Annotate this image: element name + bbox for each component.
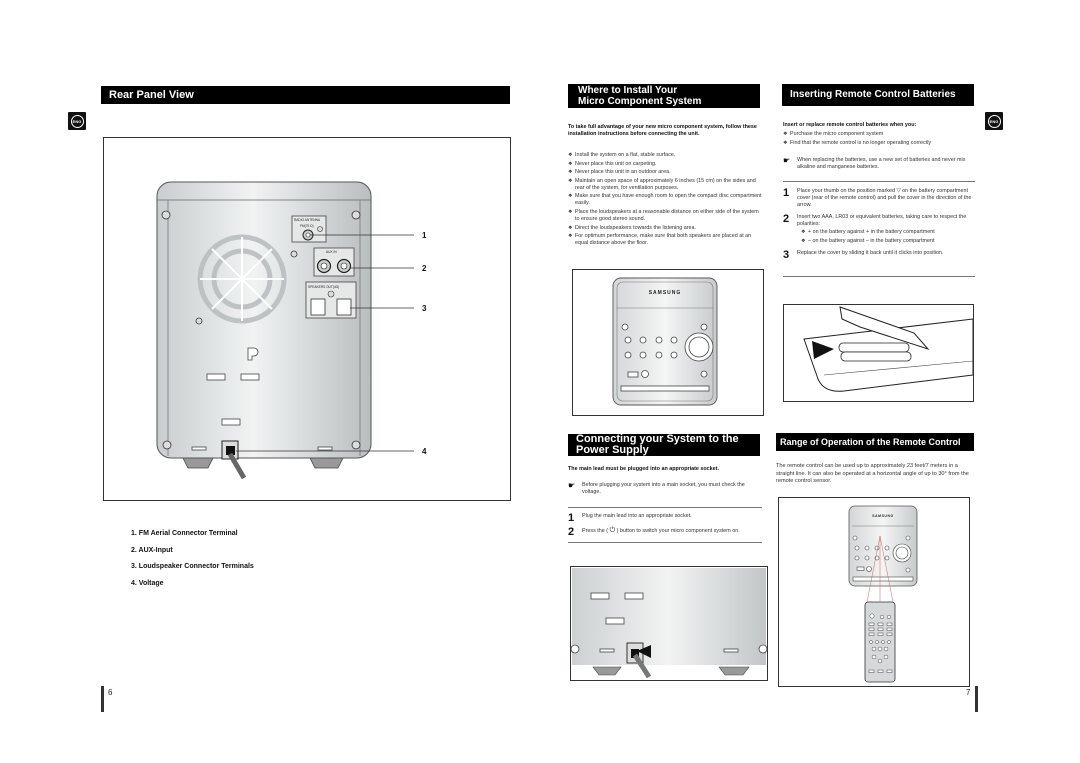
power-step: 2 Press the ( ⏻ ) button to switch your … bbox=[568, 526, 740, 538]
legend-item: 1. FM Aerial Connector Terminal bbox=[131, 530, 238, 537]
power-icon: ⏻ bbox=[609, 527, 616, 534]
pointing-hand-icon: ☛ bbox=[783, 156, 791, 165]
page-marker-right bbox=[975, 686, 978, 712]
callout-2: 2 bbox=[422, 264, 427, 273]
install-bullet: Place the loudspeakers at a reasonable d… bbox=[568, 209, 762, 223]
batteries-bullet: Find that the remote control is no longe… bbox=[783, 140, 975, 147]
range-title: Range of Operation of the Remote Control bbox=[780, 437, 961, 447]
polarity-item: – on the battery against – in the batter… bbox=[801, 238, 975, 245]
pointing-hand-icon: ☛ bbox=[568, 481, 576, 490]
language-badge-left: ENG bbox=[68, 112, 86, 130]
range-text: The remote control can be used up to app… bbox=[776, 463, 969, 484]
rear-panel-legend: 1. FM Aerial Connector Terminal 2. AUX-I… bbox=[131, 530, 431, 596]
batteries-intro: Insert or replace remote control batteri… bbox=[783, 122, 917, 128]
power-title-line2: Power Supply bbox=[576, 444, 649, 456]
install-bullet: Install the system on a flat, stable sur… bbox=[568, 152, 762, 159]
page-number-right: 7 bbox=[966, 688, 971, 697]
divider bbox=[783, 181, 975, 182]
rear-panel-title: Rear Panel View bbox=[109, 89, 194, 101]
install-title-line1: Where to Install Your bbox=[578, 85, 678, 96]
page-number-left: 6 bbox=[108, 688, 113, 697]
batteries-steps: 1 Place your thumb on the position marke… bbox=[783, 188, 975, 264]
power-intro: The main lead must be plugged into an ap… bbox=[568, 466, 719, 472]
callout-3: 3 bbox=[422, 304, 427, 313]
front-unit-illustration: SAMSUNG bbox=[612, 277, 718, 406]
brand-logo: SAMSUNG bbox=[649, 290, 682, 296]
battery-illustration bbox=[803, 306, 974, 392]
install-bullets: Install the system on a flat, stable sur… bbox=[568, 152, 762, 249]
install-intro: To take full advantage of your new micro… bbox=[568, 124, 757, 138]
legend-item: 2. AUX-Input bbox=[131, 546, 173, 554]
battery-step: 3 Replace the cover by sliding it back u… bbox=[783, 249, 944, 262]
install-bullet: Direct the loudspeakers towards the list… bbox=[568, 225, 762, 232]
divider bbox=[568, 507, 762, 508]
screw bbox=[351, 440, 361, 450]
install-header: Where to Install Your Micro Component Sy… bbox=[568, 84, 760, 108]
power-steps: 1 Plug the main lead into an appropriate… bbox=[568, 513, 762, 541]
install-bullet: Never place this unit in an outdoor area… bbox=[568, 169, 762, 176]
speakers-out-label: SPEAKERS OUT(4Ω) bbox=[308, 285, 339, 289]
install-title-line2: Micro Component System bbox=[578, 96, 702, 107]
aux-in-label: AUX IN bbox=[326, 250, 337, 254]
batteries-bullets: Purchase the micro component system Find… bbox=[783, 131, 975, 148]
range-figure: SAMSUNG bbox=[778, 497, 970, 687]
rear-panel-illustration: RADIO ANTENNA FM(75 Ω) AUX IN SPEAKERS O… bbox=[156, 181, 427, 480]
screw bbox=[290, 250, 298, 258]
batteries-note: ☛ When replacing the batteries, use a ne… bbox=[783, 156, 966, 171]
divider bbox=[783, 276, 975, 277]
callout-4: 4 bbox=[422, 447, 427, 456]
legend-item: 3. Loudspeaker Connector Terminals bbox=[131, 563, 254, 570]
install-bullet: Maintain an open space of approximately … bbox=[568, 178, 762, 192]
batteries-bullet: Purchase the micro component system bbox=[783, 131, 975, 138]
radio-antenna-label: RADIO ANTENNA bbox=[294, 218, 321, 222]
legend-item: 4. Voltage bbox=[131, 579, 164, 587]
divider bbox=[568, 542, 762, 543]
power-header: Connecting your System to the Power Supp… bbox=[568, 434, 760, 456]
language-badge-right: ENG bbox=[985, 112, 1003, 130]
unit-body bbox=[156, 181, 372, 459]
batteries bbox=[838, 342, 912, 362]
screw bbox=[195, 317, 203, 325]
screw bbox=[351, 210, 361, 220]
polarity-item: + on the battery against + in the batter… bbox=[801, 229, 975, 236]
screw bbox=[162, 440, 172, 450]
rear-panel-header: Rear Panel View bbox=[101, 86, 510, 104]
battery-figure bbox=[783, 304, 974, 402]
battery-step: 1 Place your thumb on the position marke… bbox=[783, 187, 972, 209]
rear-panel-figure: RADIO ANTENNA FM(75 Ω) AUX IN SPEAKERS O… bbox=[103, 137, 511, 501]
fm-label: FM(75 Ω) bbox=[300, 224, 314, 228]
front-unit-figure: SAMSUNG bbox=[572, 269, 764, 416]
brand-logo: SAMSUNG bbox=[872, 514, 894, 518]
range-header: Range of Operation of the Remote Control bbox=[776, 433, 974, 451]
page-marker-left bbox=[101, 686, 104, 712]
rear-closeup-figure bbox=[570, 566, 768, 681]
screw bbox=[161, 210, 171, 220]
battery-step: 2 Insert two AAA, LR03 or equivalent bat… bbox=[783, 213, 975, 246]
batteries-title: Inserting Remote Control Batteries bbox=[790, 89, 956, 100]
cd-slot bbox=[620, 385, 710, 392]
install-bullet: For optimum performance, make sure that … bbox=[568, 233, 762, 247]
power-note: ☛ Before plugging your system into a mai… bbox=[568, 481, 745, 496]
power-step: 1 Plug the main lead into an appropriate… bbox=[568, 512, 692, 524]
install-bullet: Never place this unit on carpeting. bbox=[568, 161, 762, 168]
range-illustration: SAMSUNG bbox=[848, 505, 918, 683]
install-bullet: Make sure that you have enough room to o… bbox=[568, 193, 762, 207]
rear-closeup-illustration bbox=[570, 568, 768, 679]
callout-1: 1 bbox=[422, 231, 427, 240]
batteries-header: Inserting Remote Control Batteries bbox=[782, 84, 974, 106]
